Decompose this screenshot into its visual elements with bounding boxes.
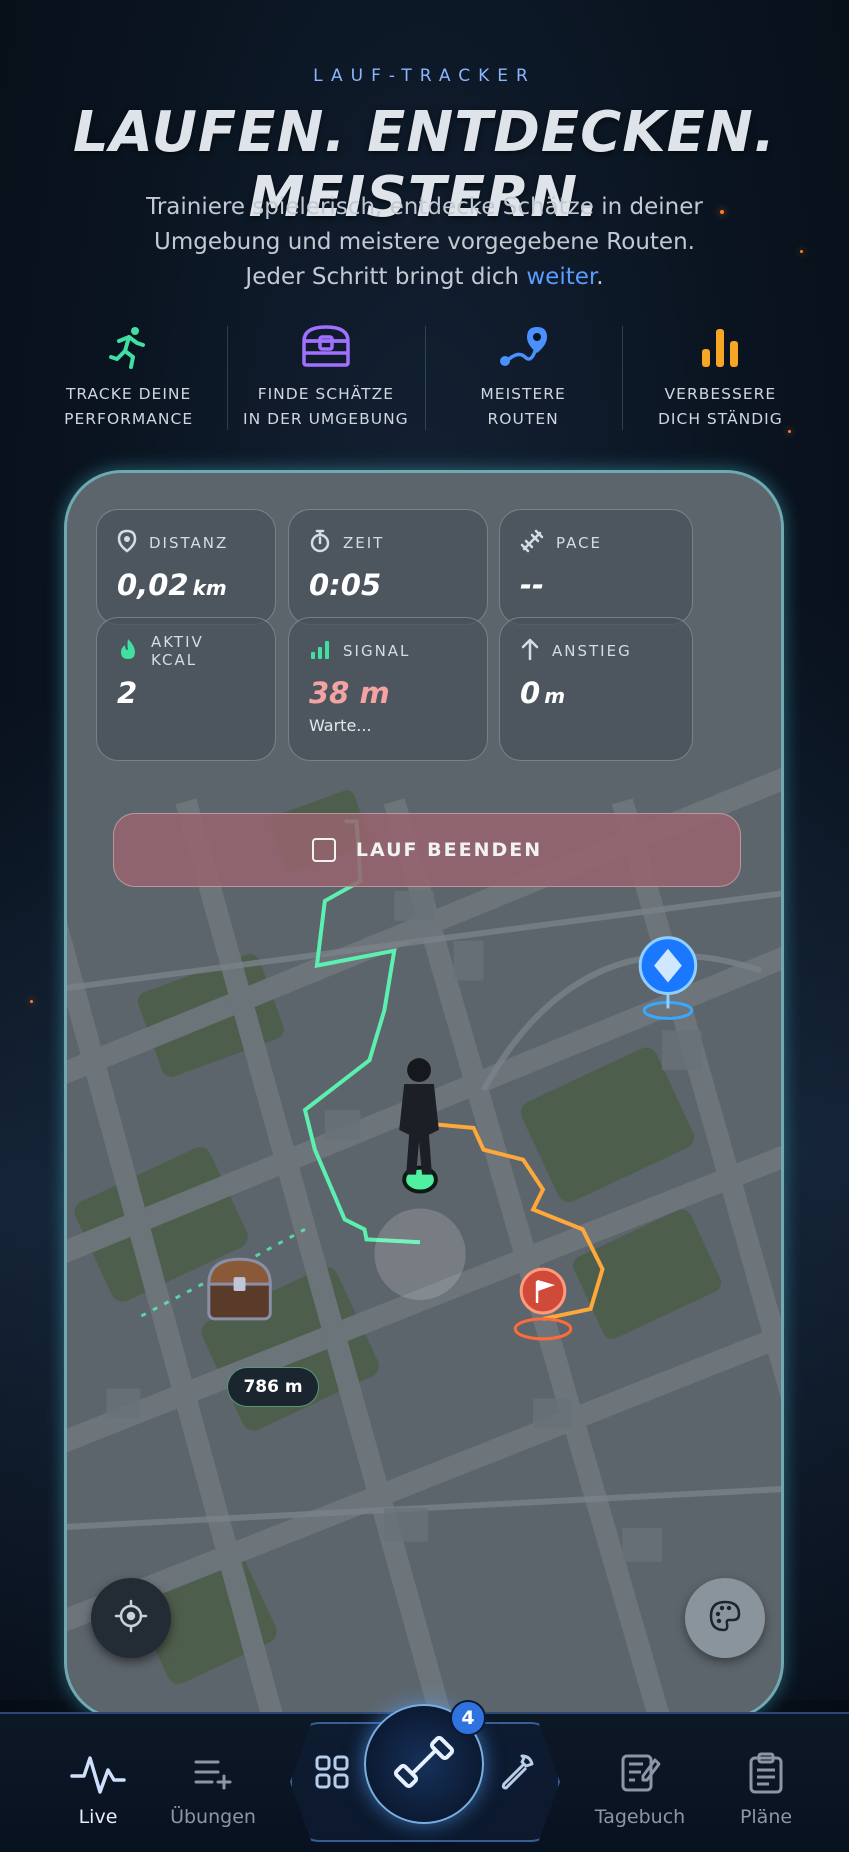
pace-icon — [520, 529, 544, 557]
treasure-chest-icon — [300, 322, 352, 372]
feature-master-routes: MEISTERE ROUTEN — [424, 322, 622, 432]
feature-label-line1: TRACKE DEINE — [65, 385, 192, 403]
stat-label: ZEIT — [343, 534, 385, 552]
stat-value: 0,02 — [117, 568, 189, 602]
stat-value: 0:05 — [309, 568, 382, 602]
background-city-left — [0, 700, 70, 1700]
feature-track-performance: TRACKE DEINE PERFORMANCE — [30, 322, 227, 432]
nav-label-exercises: Übungen — [170, 1806, 256, 1828]
phone-frame: DISTANZ 0,02 km ZEIT 0:05 PACE -- AKTIV K… — [64, 470, 784, 1720]
stat-unit: km — [192, 576, 227, 600]
feature-find-treasures: FINDE SCHÄTZE IN DER UMGEBUNG — [227, 322, 424, 432]
stop-square-icon — [311, 838, 336, 862]
end-run-label: LAUF BEENDEN — [355, 839, 543, 861]
end-run-button[interactable]: LAUF BEENDEN — [113, 813, 741, 887]
player-light — [374, 1208, 466, 1301]
nav-item-journal[interactable]: Tagebuch — [585, 1750, 695, 1828]
stopwatch-icon — [309, 529, 331, 557]
background-city-right — [779, 600, 849, 1700]
nav-label-plans: Pläne — [739, 1806, 793, 1828]
nav-item-live[interactable]: Live — [43, 1750, 153, 1828]
route-icon — [497, 322, 549, 372]
wrench-icon[interactable] — [496, 1752, 536, 1796]
subtitle-line-3-prefix: Jeder Schritt bringt dich — [245, 264, 527, 290]
treasure-distance-badge: 786 m — [227, 1367, 319, 1407]
stat-value: -- — [520, 568, 545, 602]
journal-edit-icon — [617, 1750, 663, 1800]
subtitle-link-weiter[interactable]: weiter — [526, 264, 596, 290]
eyebrow-label: LAUF-TRACKER — [313, 66, 536, 86]
nav-label-live: Live — [78, 1806, 118, 1828]
arrow-up-icon — [520, 637, 540, 665]
stat-card-pace: PACE -- — [499, 509, 693, 625]
locate-me-button[interactable] — [91, 1578, 171, 1658]
stat-label: PACE — [556, 534, 603, 552]
stat-value: 38 m — [309, 676, 390, 710]
stat-value: 2 — [117, 676, 138, 710]
signal-icon — [309, 638, 331, 664]
feature-label-line2: DICH STÄNDIG — [658, 410, 783, 428]
nav-item-plans[interactable]: Pläne — [711, 1750, 821, 1828]
stat-unit: m — [544, 684, 566, 708]
treasure-chest-marker[interactable] — [207, 1257, 272, 1321]
feature-label-line2: ROUTEN — [487, 410, 559, 428]
dumbbell-icon — [393, 1732, 455, 1796]
subtitle-line-1: Trainiere spielerisch, entdecke Schätze … — [146, 194, 703, 220]
stat-label: DISTANZ — [149, 534, 229, 552]
crosshair-icon — [114, 1599, 148, 1637]
stat-value: 0 — [520, 676, 541, 710]
stat-label: SIGNAL — [343, 642, 411, 660]
grid-icon[interactable] — [312, 1752, 352, 1796]
feature-label-line2: PERFORMANCE — [64, 410, 194, 428]
notification-badge: 4 — [450, 1700, 486, 1736]
flame-icon — [117, 637, 139, 665]
ember-particle — [800, 250, 803, 253]
subtitle-line-2: Umgebung und meistere vorgegebene Routen… — [154, 229, 695, 255]
subtitle-line-3: Jeder Schritt bringt dich weiter. — [100, 260, 749, 295]
list-add-icon — [190, 1750, 236, 1800]
bar-chart-icon — [696, 322, 744, 372]
stat-card-distance: DISTANZ 0,02 km — [96, 509, 276, 625]
nav-label-journal: Tagebuch — [594, 1806, 686, 1828]
feature-row: TRACKE DEINE PERFORMANCE FINDE SCHÄTZE IN … — [30, 322, 819, 432]
feature-improve: VERBESSERE DICH STÄNDIG — [621, 322, 819, 432]
stat-card-active-kcal: AKTIV KCAL 2 — [96, 617, 276, 761]
feature-label-line2: IN DER UMGEBUNG — [243, 410, 409, 428]
nav-item-exercises[interactable]: Übungen — [158, 1750, 268, 1828]
crystal-waypoint-marker[interactable] — [638, 936, 698, 1020]
running-icon — [105, 322, 153, 372]
stat-card-time: ZEIT 0:05 — [288, 509, 488, 625]
stat-card-signal: SIGNAL 38 m Warte... — [288, 617, 488, 761]
map-style-button[interactable] — [685, 1578, 765, 1658]
page-subtitle: Trainiere spielerisch, entdecke Schätze … — [100, 190, 749, 295]
ember-particle — [30, 1000, 33, 1003]
subtitle-line-3-suffix: . — [596, 264, 604, 290]
feature-label-line1: FINDE SCHÄTZE — [257, 385, 395, 403]
feature-label-line1: VERBESSERE — [664, 385, 777, 403]
clipboard-icon — [743, 1750, 789, 1800]
stat-label: ANSTIEG — [552, 642, 632, 660]
stat-label: AKTIV KCAL — [151, 633, 204, 669]
location-pin-icon — [117, 529, 137, 557]
activity-pulse-icon — [70, 1750, 126, 1800]
stat-note: Warte... — [309, 716, 372, 735]
stat-card-ascent: ANSTIEG 0m — [499, 617, 693, 761]
bottom-navigation: Live Übungen 4 Tagebuch Pläne — [0, 1700, 849, 1852]
palette-icon — [708, 1599, 742, 1637]
feature-label-line1: MEISTERE — [480, 385, 566, 403]
